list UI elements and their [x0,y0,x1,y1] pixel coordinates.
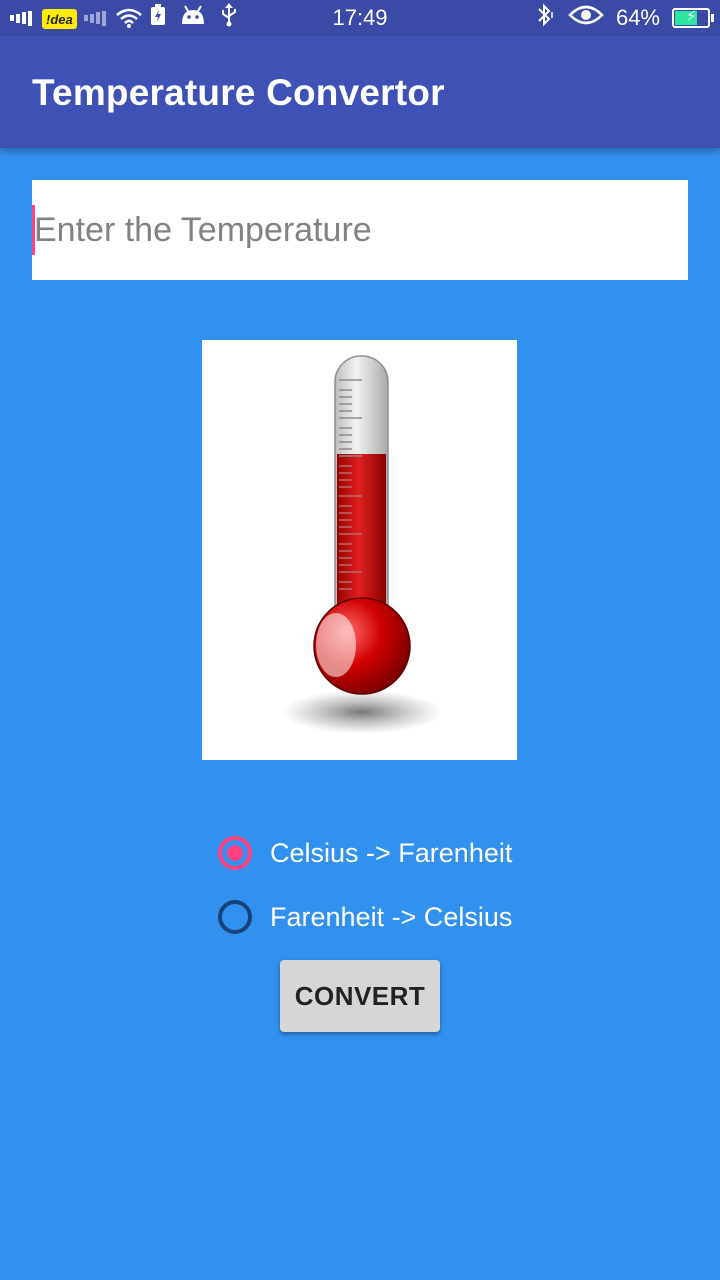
radio-celsius-to-farenheit[interactable]: Celsius -> Farenheit [218,831,512,875]
app-bar: Temperature Convertor [0,36,720,148]
radio-label-celsius-to-farenheit: Celsius -> Farenheit [270,837,513,868]
temperature-input[interactable] [32,180,688,280]
battery-icon: ⚡ [672,8,714,28]
radio-farenheit-to-celsius[interactable]: Farenheit -> Celsius [218,895,512,939]
status-bar: !dea 17:49 64% ⚡ [0,0,720,36]
app-title: Temperature Convertor [32,72,445,113]
radio-checked-icon[interactable] [218,836,252,870]
thermometer-icon [282,355,442,734]
thermometer-image [202,340,517,760]
status-right-group: 64% ⚡ [534,0,714,36]
text-cursor [32,205,35,255]
radio-unchecked-icon[interactable] [218,900,252,934]
charging-bolt-icon: ⚡ [686,8,697,25]
bluetooth-icon [534,3,556,33]
eye-icon [568,5,604,31]
radio-label-farenheit-to-celsius: Farenheit -> Celsius [270,901,513,932]
convert-button[interactable]: CONVERT [280,960,440,1032]
battery-percent: 64% [615,5,660,30]
